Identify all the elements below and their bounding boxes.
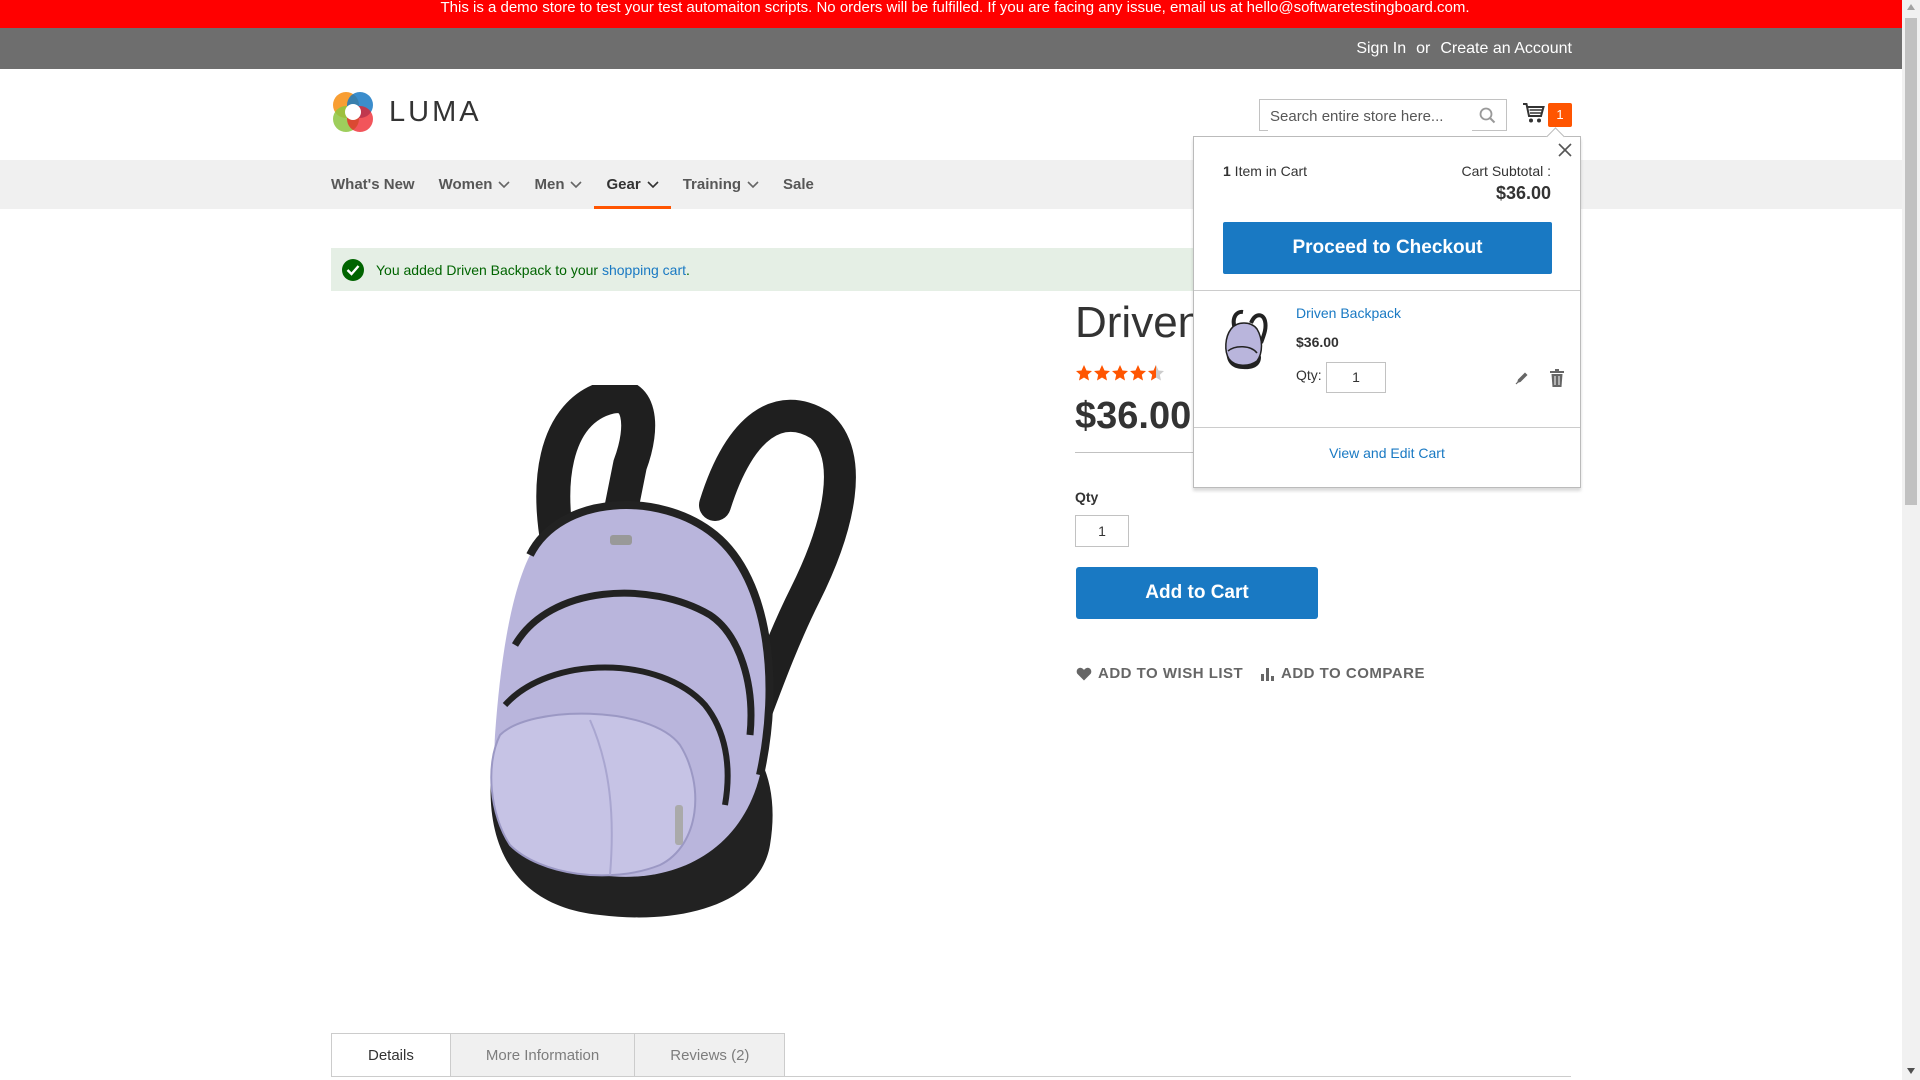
divider xyxy=(1194,427,1580,428)
demo-notice-banner: This is a demo store to test your test a… xyxy=(0,0,1920,28)
shopping-cart-link[interactable]: shopping cart xyxy=(602,262,686,278)
page-scrollbar[interactable] xyxy=(1902,0,1920,1080)
main-navigation: What's New Women Men Gear Training Sale xyxy=(0,160,1902,209)
cart-item-thumbnail[interactable] xyxy=(1221,309,1271,371)
product-title: Driven xyxy=(1075,298,1203,347)
product-image-backpack[interactable] xyxy=(470,385,910,925)
create-account-link[interactable]: Create an Account xyxy=(1440,40,1572,58)
cart-count-badge[interactable]: 1 xyxy=(1548,103,1572,127)
chevron-down-icon xyxy=(498,180,511,188)
nav-item-label: Men xyxy=(534,176,565,193)
cart-item-name-link[interactable]: Driven Backpack xyxy=(1296,305,1401,321)
view-and-edit-cart-link[interactable]: View and Edit Cart xyxy=(1194,445,1580,461)
divider xyxy=(1194,290,1580,291)
cart-item-qty-label: Qty: xyxy=(1296,367,1322,383)
nav-item-label: Gear xyxy=(606,176,641,193)
nav-item-label: What's New xyxy=(331,176,415,193)
add-to-compare-label: ADD TO COMPARE xyxy=(1281,665,1425,682)
checkmark-icon xyxy=(342,258,364,281)
tab-more-information[interactable]: More Information xyxy=(449,1033,636,1077)
header-panel: Sign In or Create an Account xyxy=(0,28,1902,69)
tab-reviews[interactable]: Reviews (2) xyxy=(634,1033,786,1077)
nav-item-gear[interactable]: Gear xyxy=(594,160,671,209)
search-input[interactable] xyxy=(1268,101,1472,131)
rating-stars[interactable] xyxy=(1075,364,1167,382)
add-to-cart-button[interactable]: Add to Cart xyxy=(1076,567,1318,619)
nav-item-label: Training xyxy=(682,176,742,193)
nav-item-label: Sale xyxy=(783,176,814,193)
heart-icon xyxy=(1076,667,1092,680)
luma-logo[interactable]: LUMA xyxy=(331,90,482,134)
message-suffix: . xyxy=(686,261,690,278)
proceed-to-checkout-button[interactable]: Proceed to Checkout xyxy=(1223,222,1552,274)
cart-item-qty-input[interactable]: 1 xyxy=(1326,362,1386,393)
cart-items-number: 1 xyxy=(1223,163,1231,179)
nav-item-whats-new[interactable]: What's New xyxy=(331,160,427,209)
or-separator: or xyxy=(1416,40,1431,57)
add-to-compare-link[interactable]: ADD TO COMPARE xyxy=(1261,665,1425,682)
scroll-up-arrow-icon[interactable] xyxy=(1907,4,1915,10)
divider xyxy=(1075,452,1195,453)
cart-subtotal-label: Cart Subtotal : xyxy=(1461,163,1552,179)
chevron-down-icon xyxy=(647,180,659,188)
shopping-cart-icon[interactable] xyxy=(1522,102,1546,124)
nav-items: What's New Women Men Gear Training Sale xyxy=(331,160,826,209)
luma-logo-text: LUMA xyxy=(389,95,482,128)
qty-label: Qty xyxy=(1075,489,1099,505)
product-tabs: Details More Information Reviews (2) xyxy=(331,1033,786,1077)
nav-item-label: Women xyxy=(438,176,493,193)
nav-item-training[interactable]: Training xyxy=(671,160,771,209)
demo-notice-text: This is a demo store to test your test a… xyxy=(440,0,1470,16)
tab-details[interactable]: Details xyxy=(331,1033,451,1077)
nav-item-men[interactable]: Men xyxy=(522,160,594,209)
minicart-dropdown: 1 Item in Cart Cart Subtotal : $36.00 Pr… xyxy=(1193,127,1581,488)
nav-item-women[interactable]: Women xyxy=(427,160,523,209)
sign-in-link[interactable]: Sign In xyxy=(1356,40,1406,58)
close-icon[interactable] xyxy=(1556,141,1574,159)
chevron-down-icon xyxy=(570,180,583,188)
nav-item-sale[interactable]: Sale xyxy=(771,160,826,209)
cart-item-price: $36.00 xyxy=(1296,334,1339,350)
scrollbar-thumb[interactable] xyxy=(1905,18,1917,505)
cart-items-count: 1 Item in Cart xyxy=(1223,163,1307,179)
search-icon[interactable] xyxy=(1479,107,1496,124)
cart-subtotal-value: $36.00 xyxy=(1495,183,1551,203)
search-box[interactable] xyxy=(1259,99,1507,131)
tab-content-border xyxy=(331,1076,1571,1077)
trash-delete-icon[interactable] xyxy=(1550,369,1564,387)
scroll-down-arrow-icon[interactable] xyxy=(1907,1068,1915,1074)
chevron-down-icon xyxy=(747,180,759,188)
message-text: You added Driven Backpack to your shoppi… xyxy=(376,262,690,278)
add-to-wishlist-link[interactable]: ADD TO WISH LIST xyxy=(1076,665,1243,682)
cart-items-text: Item in Cart xyxy=(1230,163,1308,179)
compare-chart-icon xyxy=(1261,667,1274,681)
header-links: Sign In or Create an Account xyxy=(1356,40,1572,58)
message-prefix: You added Driven Backpack to your xyxy=(376,261,602,278)
luma-logo-icon xyxy=(333,92,373,132)
product-price: $36.00 xyxy=(1075,395,1192,437)
qty-input[interactable]: 1 xyxy=(1075,515,1129,547)
pencil-edit-icon[interactable] xyxy=(1515,371,1529,385)
add-to-wishlist-label: ADD TO WISH LIST xyxy=(1098,665,1244,682)
